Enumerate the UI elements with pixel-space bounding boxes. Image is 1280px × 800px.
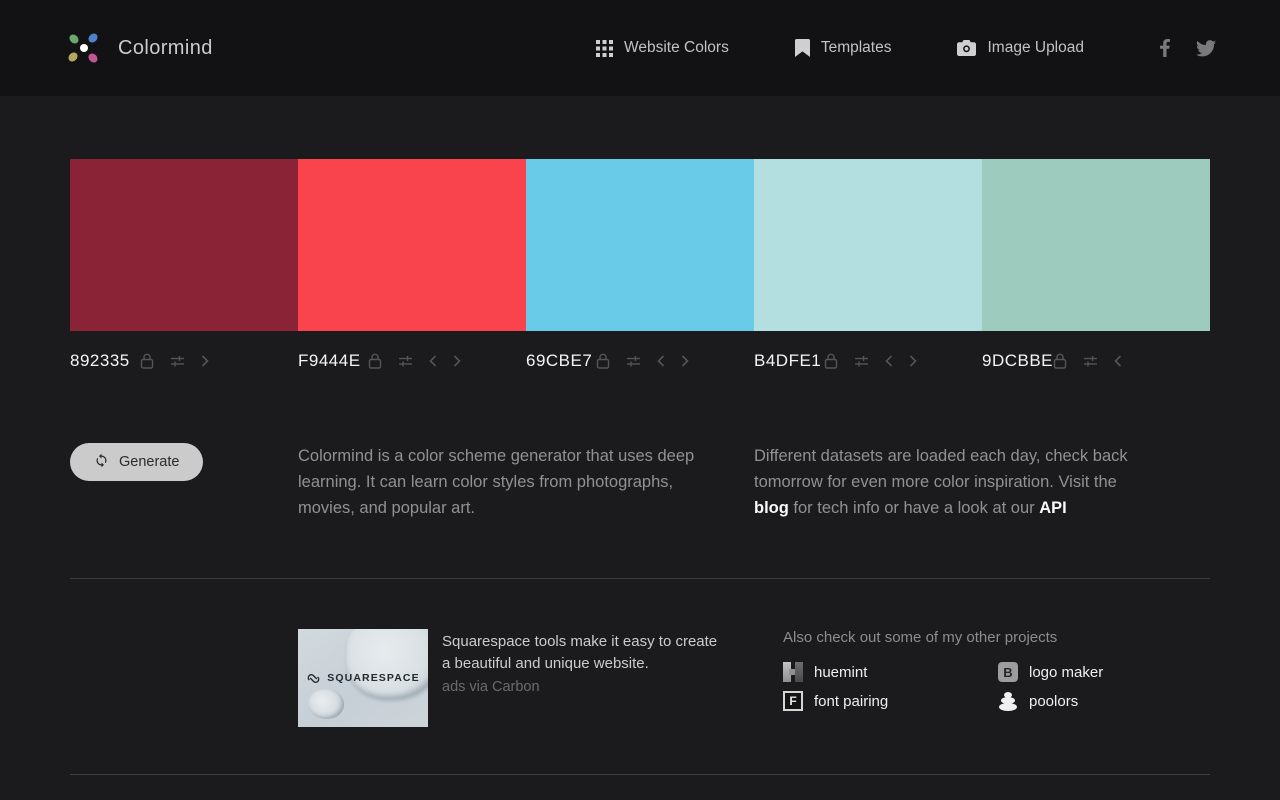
- projects-grid: huemint B logo maker F font pairing pool…: [783, 662, 1103, 711]
- swatch-4[interactable]: [754, 159, 982, 331]
- hex-value: 892335: [70, 351, 140, 371]
- brand[interactable]: Colormind: [66, 30, 213, 66]
- swatch-1-controls: 892335: [70, 351, 298, 371]
- about-text: Different datasets are loaded each day, …: [754, 447, 1128, 491]
- swatch-3[interactable]: [526, 159, 754, 331]
- nav-website-colors[interactable]: Website Colors: [596, 39, 729, 57]
- project-poolors[interactable]: poolors: [998, 691, 1103, 711]
- squarespace-brand-text: SQUARESPACE: [327, 672, 419, 684]
- facebook-icon[interactable]: [1160, 39, 1170, 57]
- api-link[interactable]: API: [1039, 499, 1067, 517]
- water-droplet: [346, 629, 428, 699]
- camera-icon: [957, 40, 976, 56]
- divider-bottom: [70, 774, 1210, 775]
- about-paragraph-2: Different datasets are loaded each day, …: [754, 443, 1146, 521]
- ad-attribution[interactable]: ads via Carbon: [442, 679, 727, 695]
- chevron-left-icon[interactable]: [429, 353, 437, 369]
- nav-label: Website Colors: [624, 39, 729, 57]
- swatch-2-controls: F9444E: [298, 351, 526, 371]
- chevron-left-icon[interactable]: [1114, 353, 1122, 369]
- chevron-right-icon[interactable]: [909, 353, 917, 369]
- projects-heading: Also check out some of my other projects: [783, 629, 1103, 646]
- adjust-sliders-icon[interactable]: [854, 353, 869, 369]
- squarespace-mark-icon: [306, 671, 321, 686]
- main-content: 892335 F9444E 69CBE7 B4DFE1: [0, 159, 1280, 775]
- nav-templates[interactable]: Templates: [795, 39, 892, 57]
- nav-image-upload[interactable]: Image Upload: [957, 39, 1084, 57]
- generate-label: Generate: [119, 454, 179, 470]
- chevron-left-icon[interactable]: [885, 353, 893, 369]
- hex-value: 9DCBBE: [982, 351, 1053, 371]
- chevron-left-icon[interactable]: [657, 353, 665, 369]
- chevron-right-icon[interactable]: [681, 353, 689, 369]
- generate-column: Generate: [70, 443, 298, 481]
- adjust-sliders-icon[interactable]: [1083, 353, 1098, 369]
- about-text: for tech info or have a look at our: [789, 499, 1039, 517]
- swatch-1[interactable]: [70, 159, 298, 331]
- lock-icon[interactable]: [596, 353, 610, 369]
- ad-copy: Squarespace tools make it easy to create…: [442, 629, 727, 727]
- carbon-ad[interactable]: SQUARESPACE Squarespace tools make it ea…: [298, 629, 732, 727]
- logo-maker-icon: B: [998, 662, 1018, 682]
- huemint-icon: [783, 662, 803, 682]
- info-section: Generate Colormind is a color scheme gen…: [70, 443, 1210, 521]
- grid-icon: [596, 40, 613, 57]
- lock-icon[interactable]: [1053, 353, 1067, 369]
- nav-label: Image Upload: [987, 39, 1084, 57]
- lock-icon[interactable]: [140, 353, 154, 369]
- project-label: poolors: [1029, 693, 1078, 710]
- project-logo-maker[interactable]: B logo maker: [998, 662, 1103, 682]
- social-links: [1160, 39, 1216, 57]
- refresh-icon: [94, 453, 109, 472]
- generate-button[interactable]: Generate: [70, 443, 203, 481]
- ad-text[interactable]: Squarespace tools make it easy to create…: [442, 631, 727, 675]
- water-droplet: [308, 689, 344, 719]
- squarespace-logo: SQUARESPACE: [306, 671, 419, 686]
- bookmark-icon: [795, 39, 810, 57]
- project-huemint[interactable]: huemint: [783, 662, 998, 682]
- adjust-sliders-icon[interactable]: [398, 353, 413, 369]
- project-label: logo maker: [1029, 664, 1103, 681]
- palette-controls: 892335 F9444E 69CBE7 B4DFE1: [70, 351, 1210, 371]
- adjust-sliders-icon[interactable]: [626, 353, 641, 369]
- twitter-icon[interactable]: [1196, 40, 1216, 57]
- project-label: huemint: [814, 664, 867, 681]
- footer-section: SQUARESPACE Squarespace tools make it ea…: [298, 629, 1210, 727]
- swatch-2[interactable]: [298, 159, 526, 331]
- lock-icon[interactable]: [824, 353, 838, 369]
- poolors-icon: [998, 691, 1018, 711]
- blog-link[interactable]: blog: [754, 499, 789, 517]
- about-paragraph-1: Colormind is a color scheme generator th…: [298, 443, 706, 521]
- swatch-5-controls: 9DCBBE: [982, 351, 1210, 371]
- hex-value: 69CBE7: [526, 351, 596, 371]
- app-header: Colormind Website Colors Templates Image: [0, 0, 1280, 96]
- brand-name: Colormind: [118, 37, 213, 60]
- font-pairing-icon: F: [783, 691, 803, 711]
- nav-label: Templates: [821, 39, 892, 57]
- colormind-logo-icon: [66, 30, 102, 66]
- hex-value: B4DFE1: [754, 351, 824, 371]
- chevron-right-icon[interactable]: [201, 353, 209, 369]
- project-font-pairing[interactable]: F font pairing: [783, 691, 998, 711]
- divider-top: [70, 578, 1210, 579]
- color-palette: [70, 159, 1210, 331]
- lock-icon[interactable]: [368, 353, 382, 369]
- swatch-4-controls: B4DFE1: [754, 351, 982, 371]
- swatch-3-controls: 69CBE7: [526, 351, 754, 371]
- main-nav: Website Colors Templates Image Upload: [596, 39, 1084, 57]
- project-label: font pairing: [814, 693, 888, 710]
- swatch-5[interactable]: [982, 159, 1210, 331]
- chevron-right-icon[interactable]: [453, 353, 461, 369]
- ad-image[interactable]: SQUARESPACE: [298, 629, 428, 727]
- other-projects: Also check out some of my other projects…: [783, 629, 1103, 711]
- adjust-sliders-icon[interactable]: [170, 353, 185, 369]
- hex-value: F9444E: [298, 351, 368, 371]
